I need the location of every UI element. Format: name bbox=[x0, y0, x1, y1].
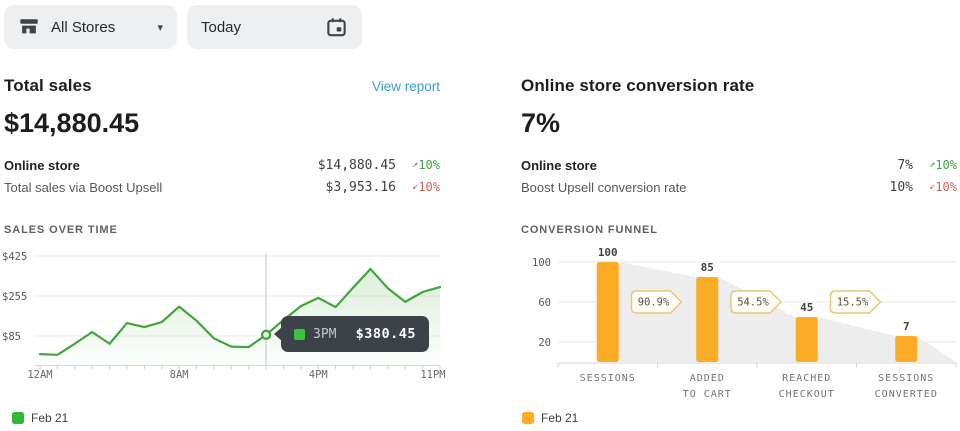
conversion-badge-label: 15.5% bbox=[837, 297, 869, 309]
x-axis-label: 8AM bbox=[170, 369, 189, 381]
sales-over-time-chart[interactable]: $425 $255 $85 12AM 8AM 4PM 11PM bbox=[0, 245, 450, 385]
legend-label: Feb 21 bbox=[31, 411, 68, 425]
conversion-funnel-chart[interactable]: 100 60 20 100 85 45 7 90.9% 54.5% 15.5% SESSIONS AD… bbox=[520, 240, 960, 410]
metric-value: $3,953.16 bbox=[326, 180, 396, 195]
legend-label: Feb 21 bbox=[541, 411, 578, 425]
bar-value-label: 7 bbox=[903, 320, 910, 333]
conversion-rate-header: Online store conversion rate bbox=[521, 76, 957, 96]
x-axis-label: 11PM bbox=[420, 369, 445, 381]
total-sales-panel: Total sales View report $14,880.45 Onlin… bbox=[4, 76, 440, 236]
funnel-bar[interactable] bbox=[597, 262, 619, 362]
date-selector-label: Today bbox=[201, 19, 241, 36]
delta-badge-down: ↙10% bbox=[913, 180, 957, 194]
x-axis-category-label: SESSIONS bbox=[878, 373, 934, 384]
bar-value-label: 45 bbox=[800, 301, 813, 314]
x-axis-category-label: CONVERTED bbox=[875, 389, 938, 400]
funnel-bar[interactable] bbox=[895, 336, 917, 362]
conversion-badge-label: 54.5% bbox=[737, 297, 769, 309]
page-title-conversion-rate: Online store conversion rate bbox=[521, 76, 754, 96]
chevron-down-icon: ▾ bbox=[157, 21, 163, 34]
y-axis-label: 100 bbox=[532, 257, 551, 269]
legend-swatch-green bbox=[12, 412, 24, 424]
section-title-conversion-funnel: CONVERSION FUNNEL bbox=[521, 224, 957, 236]
calendar-icon bbox=[325, 16, 348, 39]
conversion-rate-rows: Online store 7% ↗10% Boost Upsell conver… bbox=[521, 154, 957, 198]
metric-label: Online store bbox=[521, 158, 897, 173]
tooltip-series-swatch bbox=[294, 329, 305, 340]
x-axis-label: 4PM bbox=[309, 369, 328, 381]
x-axis-label: 12AM bbox=[27, 369, 52, 381]
delta-badge-up: ↗10% bbox=[913, 158, 957, 172]
metric-row-boost-upsell: Total sales via Boost Upsell $3,953.16 ↙… bbox=[4, 176, 440, 198]
delta-badge-up: ↗10% bbox=[396, 158, 440, 172]
metric-value: 10% bbox=[890, 180, 913, 195]
funnel-bar[interactable] bbox=[696, 277, 718, 362]
bar-value-label: 100 bbox=[598, 246, 618, 259]
y-axis-label: $425 bbox=[2, 251, 27, 263]
chart-marker bbox=[262, 331, 270, 339]
view-report-link[interactable]: View report bbox=[372, 79, 440, 94]
x-axis-category-label: REACHED bbox=[782, 373, 831, 384]
total-sales-header: Total sales View report bbox=[4, 76, 440, 96]
delta-badge-down: ↙10% bbox=[396, 180, 440, 194]
legend-swatch-orange bbox=[522, 412, 534, 424]
total-sales-rows: Online store $14,880.45 ↗10% Total sales… bbox=[4, 154, 440, 198]
section-title-sales-over-time: SALES OVER TIME bbox=[4, 224, 440, 236]
arrow-down-icon: ↙ bbox=[929, 181, 935, 192]
arrow-up-icon: ↗ bbox=[929, 159, 935, 170]
y-axis-label: $255 bbox=[2, 291, 27, 303]
x-axis-category-label: TO CART bbox=[683, 389, 732, 400]
arrow-down-icon: ↙ bbox=[412, 181, 418, 192]
sales-chart-legend: Feb 21 bbox=[12, 411, 68, 425]
y-axis-label: 60 bbox=[538, 297, 551, 309]
metric-value: 7% bbox=[897, 158, 913, 173]
y-axis-label: 20 bbox=[538, 337, 551, 349]
conversion-badge-label: 90.9% bbox=[638, 297, 670, 309]
tooltip-caret-icon bbox=[274, 327, 282, 341]
metric-row-boost-upsell-rate: Boost Upsell conversion rate 10% ↙10% bbox=[521, 176, 957, 198]
conversion-rate-value: 7% bbox=[521, 108, 957, 139]
metric-label: Total sales via Boost Upsell bbox=[4, 180, 326, 195]
tooltip-value: $380.45 bbox=[356, 326, 416, 342]
metric-row-online-store-rate: Online store 7% ↗10% bbox=[521, 154, 957, 176]
total-sales-value: $14,880.45 bbox=[4, 108, 440, 139]
metric-row-online-store: Online store $14,880.45 ↗10% bbox=[4, 154, 440, 176]
date-selector[interactable]: Today bbox=[187, 5, 362, 49]
x-axis-category-label: CHECKOUT bbox=[779, 389, 835, 400]
funnel-chart-legend: Feb 21 bbox=[522, 411, 578, 425]
funnel-bar[interactable] bbox=[796, 317, 818, 362]
metric-value: $14,880.45 bbox=[318, 158, 396, 173]
page-title-total-sales: Total sales bbox=[4, 76, 92, 96]
store-icon bbox=[18, 16, 40, 38]
metric-label: Boost Upsell conversion rate bbox=[521, 180, 890, 195]
store-selector-label: All Stores bbox=[51, 19, 115, 36]
y-axis-label: $85 bbox=[2, 331, 21, 343]
metric-label: Online store bbox=[4, 158, 318, 173]
x-axis-category-label: SESSIONS bbox=[580, 373, 636, 384]
arrow-up-icon: ↗ bbox=[412, 159, 418, 170]
chart-tooltip: 3PM $380.45 bbox=[281, 316, 429, 352]
bar-value-label: 85 bbox=[701, 261, 714, 274]
x-axis-category-label: ADDED bbox=[690, 373, 725, 384]
store-selector[interactable]: All Stores ▾ bbox=[4, 5, 177, 49]
conversion-rate-panel: Online store conversion rate 7% Online s… bbox=[521, 76, 957, 236]
tooltip-time: 3PM bbox=[313, 327, 336, 342]
